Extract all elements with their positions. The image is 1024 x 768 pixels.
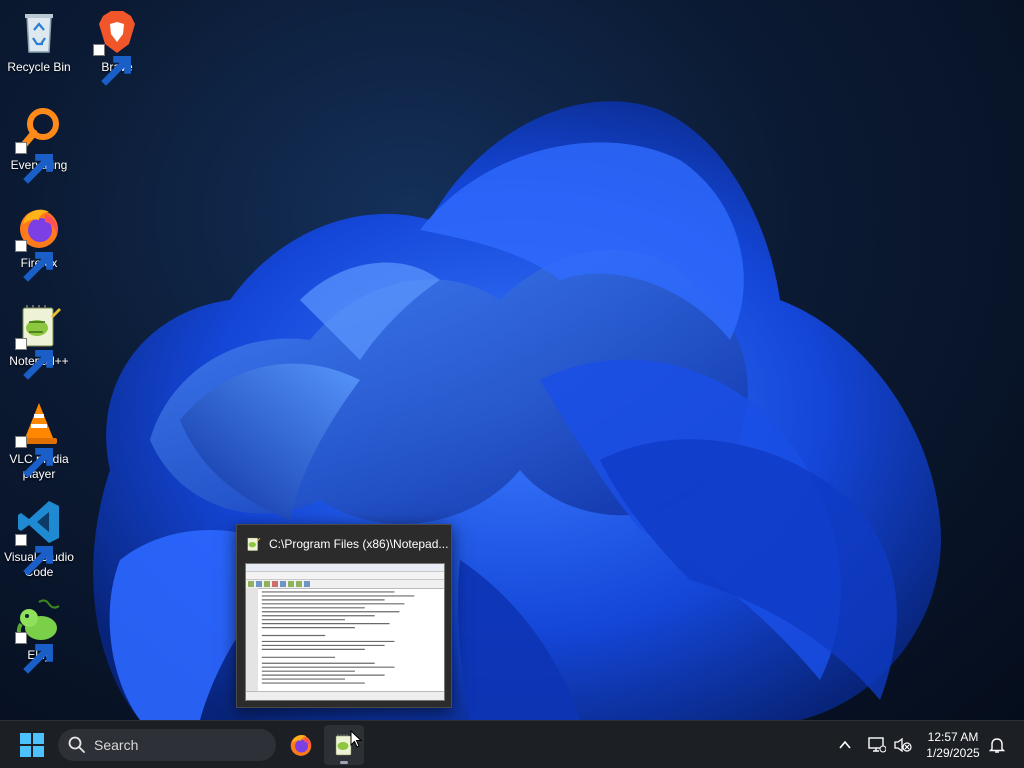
chevron-up-icon [839,740,851,749]
start-button[interactable] [12,725,52,765]
shortcut-arrow-icon [15,240,53,282]
mouse-cursor-icon [350,730,362,748]
wallpaper-bloom [93,101,941,720]
vlc-icon [15,400,63,478]
shortcut-arrow-icon [15,436,53,478]
tray-network[interactable] [864,725,890,765]
taskbar-preview-notepad-plus-plus[interactable]: C:\Program Files (x86)\Notepad... [236,524,452,708]
search-placeholder: Search [94,737,139,753]
running-indicator [340,761,348,764]
clock-date: 1/29/2025 [926,746,980,760]
taskbar-app-firefox[interactable] [282,725,320,765]
desktop-icon-everything[interactable]: Everything [0,106,78,184]
firefox-icon [290,735,312,756]
everything-icon [15,106,63,184]
tray-clock[interactable]: 12:57 AM 1/29/2025 [918,729,988,761]
tray-notifications[interactable] [984,725,1010,765]
thumb-text-lines [261,591,415,684]
preview-title: C:\Program Files (x86)\Notepad... [269,537,449,551]
desktop-icon-brave[interactable]: Brave [78,8,156,86]
shortcut-arrow-icon [15,632,53,674]
taskbar-search-box[interactable]: Search [58,729,276,761]
notepad-plus-plus-icon [247,537,261,551]
tray-volume[interactable] [890,725,916,765]
recycle-bin-icon [15,8,63,56]
desktop-icon-eldy[interactable]: Eldy [0,596,78,674]
shortcut-arrow-icon [15,338,53,380]
desktop-icon-notepad-plus-plus[interactable]: Notepad++ [0,302,78,380]
preview-thumbnail[interactable] [245,563,445,701]
shortcut-arrow-icon [93,44,131,86]
windows-logo-icon [20,733,44,757]
clock-time: 12:57 AM [927,730,979,744]
thumb-menubar [246,572,444,580]
desktop-icon-label: Recycle Bin [7,60,71,74]
firefox-icon [15,204,63,282]
thumb-titlebar [246,564,444,572]
volume-muted-icon [894,737,912,753]
thumb-statusbar [246,691,444,700]
notepad-plus-plus-icon [15,302,63,380]
shortcut-arrow-icon [15,534,53,576]
desktop-icon-vscode[interactable]: Visual Studio Code [0,498,78,580]
tray-overflow-button[interactable] [832,725,858,765]
notification-bell-icon [989,738,1005,753]
brave-icon [93,8,141,86]
eldy-icon [15,596,63,674]
preview-title-bar: C:\Program Files (x86)\Notepad... [245,535,449,553]
taskbar: Search 12:57 AM 1/29/2025 [0,720,1024,768]
desktop-icon-recycle-bin[interactable]: Recycle Bin [0,8,78,75]
desktop-icon-vlc[interactable]: VLC media player [0,400,78,482]
desktop[interactable]: Recycle Bin Brave Everything Firefox Not… [0,0,1024,720]
network-icon [868,737,886,753]
desktop-icon-firefox[interactable]: Firefox [0,204,78,282]
search-icon [68,736,85,753]
shortcut-arrow-icon [15,142,53,184]
vscode-icon [15,498,63,576]
